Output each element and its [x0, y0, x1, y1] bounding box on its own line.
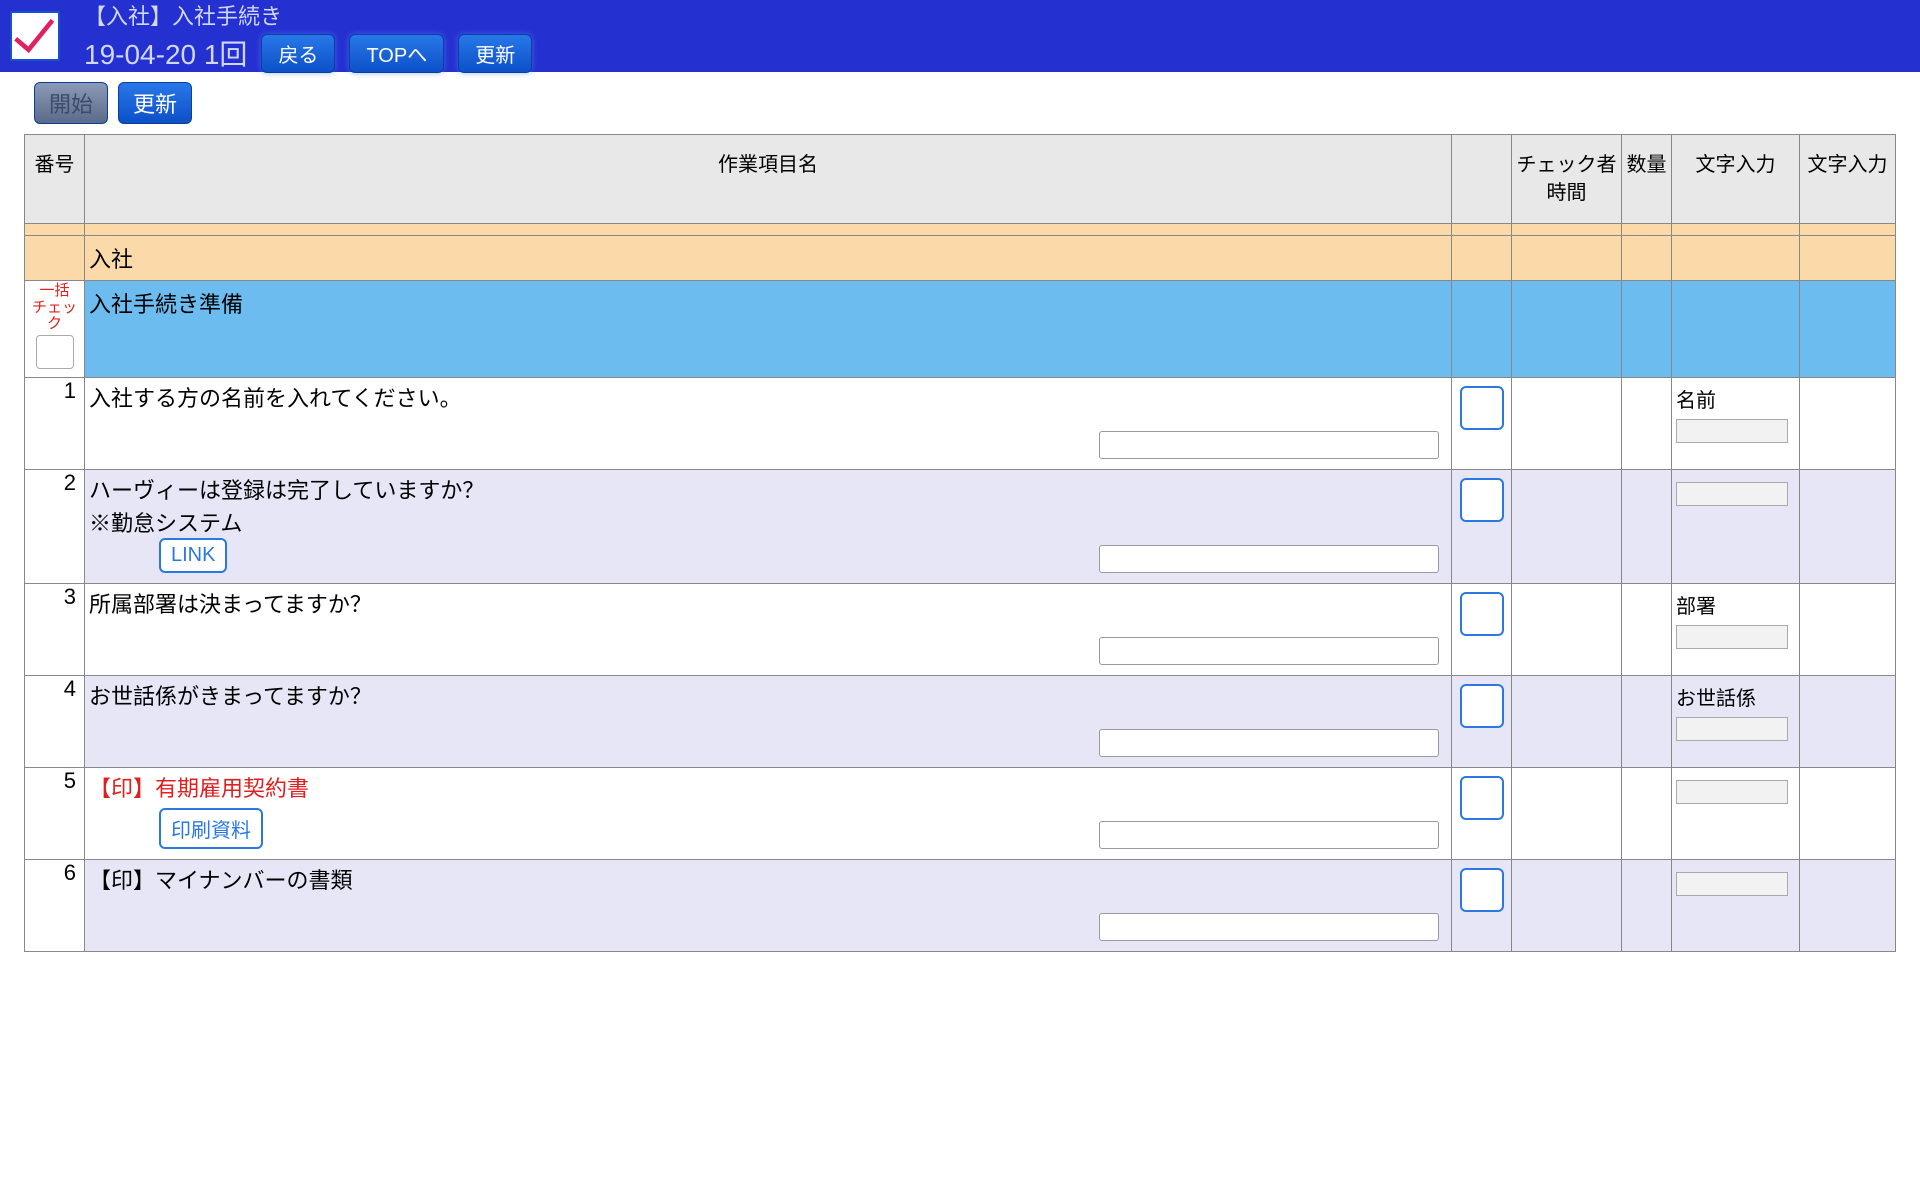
task-value-input[interactable] — [1099, 637, 1439, 665]
link-button[interactable]: LINK — [159, 538, 227, 573]
table-row: 6【印】マイナンバーの書類 — [25, 860, 1896, 952]
text-input-2-cell — [1800, 676, 1896, 768]
task-text: お世話係がきまってますか？ — [89, 682, 1447, 713]
text-input-2-cell — [1800, 377, 1896, 469]
task-table: 番号 作業項目名 チェック者 時間 数量 文字入力 文字入力 入社 一括 チェッ… — [24, 134, 1896, 952]
task-text: ハーヴィーは登録は完了していますか？ — [89, 476, 1447, 507]
col-header-name: 作業項目名 — [85, 135, 1452, 224]
checker-time-cell — [1512, 469, 1622, 584]
qty-cell — [1622, 377, 1672, 469]
task-name-cell: 【印】マイナンバーの書類 — [85, 860, 1452, 952]
col-header-text1: 文字入力 — [1672, 135, 1800, 224]
text1-input[interactable] — [1676, 625, 1788, 649]
page-subtitle: 19-04-20 1回 — [84, 33, 247, 73]
checker-time-cell — [1512, 676, 1622, 768]
link-button[interactable]: 印刷資料 — [159, 808, 263, 849]
text-input-1-cell — [1672, 469, 1800, 584]
row-number: 2 — [25, 469, 85, 584]
qty-cell — [1622, 768, 1672, 860]
text-input-1-cell: 名前 — [1672, 377, 1800, 469]
task-value-input[interactable] — [1099, 821, 1439, 849]
col-header-number: 番号 — [25, 135, 85, 224]
page-title: 【入社】入社手続き — [84, 0, 532, 31]
task-text: 入社する方の名前を入れてください。 — [89, 384, 1447, 415]
task-name-cell: ハーヴィーは登録は完了していますか？※勤怠システムLINK — [85, 469, 1452, 584]
checker-time-cell — [1512, 584, 1622, 676]
row-number: 5 — [25, 768, 85, 860]
task-text: 所属部署は決まってますか？ — [89, 590, 1447, 621]
task-name-cell: 【印】有期雇用契約書印刷資料 — [85, 768, 1452, 860]
text1-input[interactable] — [1676, 872, 1788, 896]
app-logo-icon — [10, 11, 60, 61]
check-box[interactable] — [1460, 386, 1504, 430]
text-input-2-cell — [1800, 768, 1896, 860]
task-value-input[interactable] — [1099, 545, 1439, 573]
section-header-blue: 入社手続き準備 — [85, 281, 1452, 378]
col-header-qty: 数量 — [1622, 135, 1672, 224]
top-button[interactable]: TOPへ — [349, 34, 444, 73]
batch-check-label: 一括 チェック — [27, 283, 82, 333]
check-box[interactable] — [1460, 592, 1504, 636]
start-button: 開始 — [34, 82, 108, 124]
task-name-cell: お世話係がきまってますか？ — [85, 676, 1452, 768]
task-name-cell: 所属部署は決まってますか？ — [85, 584, 1452, 676]
check-box[interactable] — [1460, 776, 1504, 820]
text-input-1-cell: お世話係 — [1672, 676, 1800, 768]
col-header-text2: 文字入力 — [1800, 135, 1896, 224]
back-button[interactable]: 戻る — [261, 34, 335, 73]
row-number: 6 — [25, 860, 85, 952]
batch-check-box[interactable] — [36, 335, 74, 369]
task-value-input[interactable] — [1099, 729, 1439, 757]
task-note: ※勤怠システム — [89, 506, 1447, 538]
toolbar: 開始 更新 — [0, 72, 1920, 134]
text1-input[interactable] — [1676, 717, 1788, 741]
section-header-orange: 入社 — [85, 236, 1452, 281]
task-text: 【印】有期雇用契約書 — [89, 774, 1447, 805]
text-input-2-cell — [1800, 469, 1896, 584]
text-input-2-cell — [1800, 860, 1896, 952]
check-box[interactable] — [1460, 868, 1504, 912]
text1-label: 名前 — [1676, 384, 1795, 413]
col-header-check — [1452, 135, 1512, 224]
header-bar: 【入社】入社手続き 19-04-20 1回 戻る TOPへ 更新 — [0, 0, 1920, 72]
table-row: 1入社する方の名前を入れてください。 名前 — [25, 377, 1896, 469]
text-input-1-cell: 部署 — [1672, 584, 1800, 676]
text1-label: お世話係 — [1676, 682, 1795, 711]
task-name-cell: 入社する方の名前を入れてください。 — [85, 377, 1452, 469]
text1-input[interactable] — [1676, 482, 1788, 506]
text1-input[interactable] — [1676, 780, 1788, 804]
checker-time-cell — [1512, 860, 1622, 952]
row-number: 4 — [25, 676, 85, 768]
qty-cell — [1622, 469, 1672, 584]
row-number: 1 — [25, 377, 85, 469]
text1-label: 部署 — [1676, 590, 1795, 619]
checker-time-cell — [1512, 377, 1622, 469]
row-number: 3 — [25, 584, 85, 676]
text-input-1-cell — [1672, 768, 1800, 860]
qty-cell — [1622, 860, 1672, 952]
check-box[interactable] — [1460, 478, 1504, 522]
text-input-1-cell — [1672, 860, 1800, 952]
text-input-2-cell — [1800, 584, 1896, 676]
table-row: 3所属部署は決まってますか？ 部署 — [25, 584, 1896, 676]
task-value-input[interactable] — [1099, 431, 1439, 459]
text1-input[interactable] — [1676, 419, 1788, 443]
qty-cell — [1622, 584, 1672, 676]
refresh-button[interactable]: 更新 — [118, 82, 192, 124]
table-row: 5【印】有期雇用契約書印刷資料 — [25, 768, 1896, 860]
col-header-checker-time: チェック者 時間 — [1512, 135, 1622, 224]
update-button[interactable]: 更新 — [458, 34, 532, 73]
table-row: 2ハーヴィーは登録は完了していますか？※勤怠システムLINK — [25, 469, 1896, 584]
qty-cell — [1622, 676, 1672, 768]
table-row: 4お世話係がきまってますか？ お世話係 — [25, 676, 1896, 768]
check-box[interactable] — [1460, 684, 1504, 728]
task-text: 【印】マイナンバーの書類 — [89, 866, 1447, 897]
checker-time-cell — [1512, 768, 1622, 860]
task-value-input[interactable] — [1099, 913, 1439, 941]
